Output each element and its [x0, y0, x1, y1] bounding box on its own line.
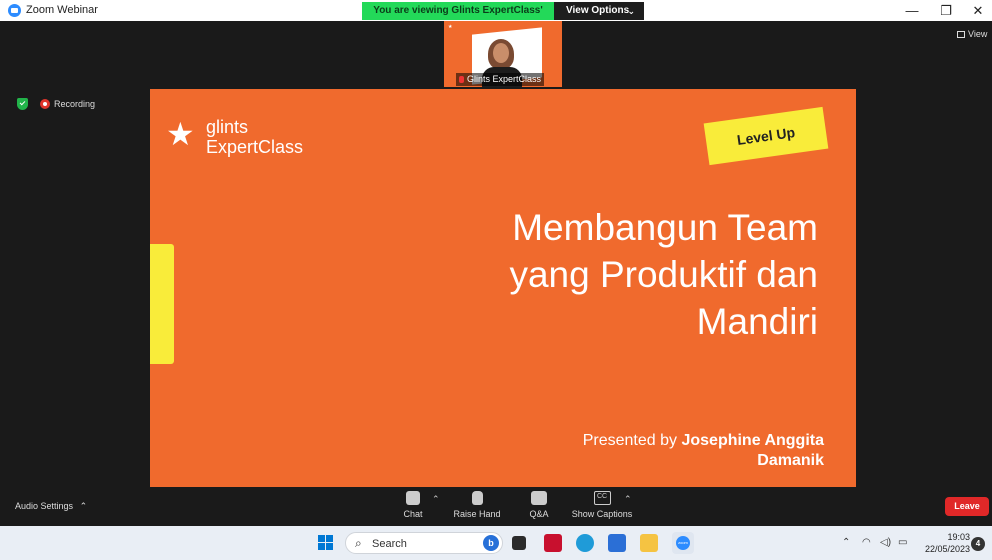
title-bar: Zoom Webinar You are viewing Glints Expe…	[0, 0, 992, 34]
zoom-app-icon	[8, 4, 21, 17]
edge-browser-icon[interactable]	[576, 534, 594, 552]
bing-icon[interactable]: b	[483, 535, 499, 551]
chat-icon	[406, 491, 420, 505]
raise-hand-label: Raise Hand	[453, 509, 501, 519]
presenter-credit: Presented by Josephine Anggita Damanik	[404, 431, 824, 471]
recording-icon	[40, 99, 50, 109]
raise-hand-button[interactable]: Raise Hand	[452, 491, 502, 519]
raise-hand-icon	[471, 491, 483, 505]
share-banner: You are viewing Glints ExpertClass' scre…	[362, 2, 554, 34]
microsoft-store-icon[interactable]	[608, 534, 626, 552]
level-up-badge: Level Up	[703, 106, 829, 166]
presenter-name-2: Damanik	[757, 452, 824, 469]
window-title: Zoom Webinar	[26, 4, 98, 16]
mcafee-icon[interactable]	[544, 534, 562, 552]
logo-line-1: glints	[206, 117, 249, 137]
headline-line-2: yang Produktif dan	[509, 254, 818, 295]
wifi-icon[interactable]: ◠	[862, 537, 871, 548]
clock-time: 19:03	[947, 532, 970, 542]
show-hidden-icons-chevron[interactable]: ⌃	[842, 537, 850, 548]
chevron-down-icon: ⌄	[627, 6, 635, 16]
windows-taskbar: ⌕ Search b zoom ⌃ ◠ ◁) ▭ 19:03 22/05/202…	[0, 526, 992, 560]
view-options-button[interactable]: View Options ⌄	[554, 2, 644, 20]
thumbnail-logo: ★	[448, 24, 453, 30]
participant-name: Glints ExpertClass	[467, 74, 542, 84]
audio-settings-button[interactable]: Audio Settings ⌃	[15, 501, 87, 512]
audio-settings-label: Audio Settings	[15, 501, 74, 511]
glints-star-icon: ★	[166, 116, 195, 152]
recording-label: Recording	[54, 99, 96, 109]
show-captions-label: Show Captions	[571, 509, 633, 519]
muted-mic-icon	[459, 76, 464, 83]
security-shield-icon[interactable]	[17, 98, 28, 110]
captions-options-caret[interactable]: ⌃	[624, 494, 632, 505]
clock-date: 22/05/2023	[924, 544, 970, 554]
chevron-up-icon: ⌃	[79, 501, 88, 511]
minimize-button[interactable]: —	[897, 2, 927, 19]
volume-icon[interactable]: ◁)	[880, 537, 891, 548]
grid-view-icon	[957, 31, 965, 38]
qa-label: Q&A	[529, 509, 549, 519]
view-button[interactable]: View	[957, 29, 987, 39]
chat-options-caret[interactable]: ⌃	[432, 494, 440, 505]
task-view-icon[interactable]	[512, 536, 526, 550]
glints-logo: glints ExpertClass	[206, 117, 303, 157]
search-icon: ⌕	[355, 536, 362, 550]
chat-button[interactable]: Chat	[398, 491, 428, 519]
captions-cc-icon: CC	[593, 491, 611, 505]
windows-start-icon[interactable]	[318, 535, 334, 551]
zoom-window: Zoom Webinar You are viewing Glints Expe…	[0, 0, 992, 526]
slide-headline: Membangun Team yang Produktif dan Mandir…	[358, 204, 818, 345]
qa-icon	[531, 491, 547, 505]
close-button[interactable]: ✕	[963, 2, 992, 19]
decorative-yellow-bar	[150, 244, 174, 364]
shared-slide: ★ glints ExpertClass Level Up Membangun …	[150, 89, 856, 487]
headline-line-3: Mandiri	[696, 301, 818, 342]
zoom-taskbar-button[interactable]: zoom	[672, 532, 694, 554]
zoom-taskbar-icon: zoom	[676, 536, 690, 550]
notification-badge[interactable]: 4	[971, 537, 985, 551]
view-options-label: View Options	[566, 5, 630, 16]
presented-by-label: Presented by	[582, 432, 678, 449]
taskbar-search[interactable]: ⌕ Search b	[345, 532, 503, 554]
logo-line-2: ExpertClass	[206, 137, 304, 157]
search-placeholder: Search	[372, 538, 407, 550]
presenter-name-1: Josephine Anggita	[681, 432, 824, 449]
view-label: View	[968, 29, 988, 39]
restore-button[interactable]: ❐	[931, 2, 961, 19]
system-clock[interactable]: 19:03 22/05/2023	[920, 531, 970, 555]
qa-button[interactable]: Q&A	[524, 491, 554, 519]
file-explorer-icon[interactable]	[640, 534, 658, 552]
battery-icon[interactable]: ▭	[898, 537, 907, 548]
participant-face	[493, 43, 509, 63]
badge-label: Level Up	[735, 124, 797, 148]
headline-line-1: Membangun Team	[512, 207, 818, 248]
chat-label: Chat	[403, 509, 423, 519]
leave-button[interactable]: Leave	[945, 497, 989, 516]
participant-thumbnail[interactable]: ★ Glints ExpertClass	[444, 21, 562, 87]
participant-name-tag: Glints ExpertClass	[456, 73, 545, 86]
